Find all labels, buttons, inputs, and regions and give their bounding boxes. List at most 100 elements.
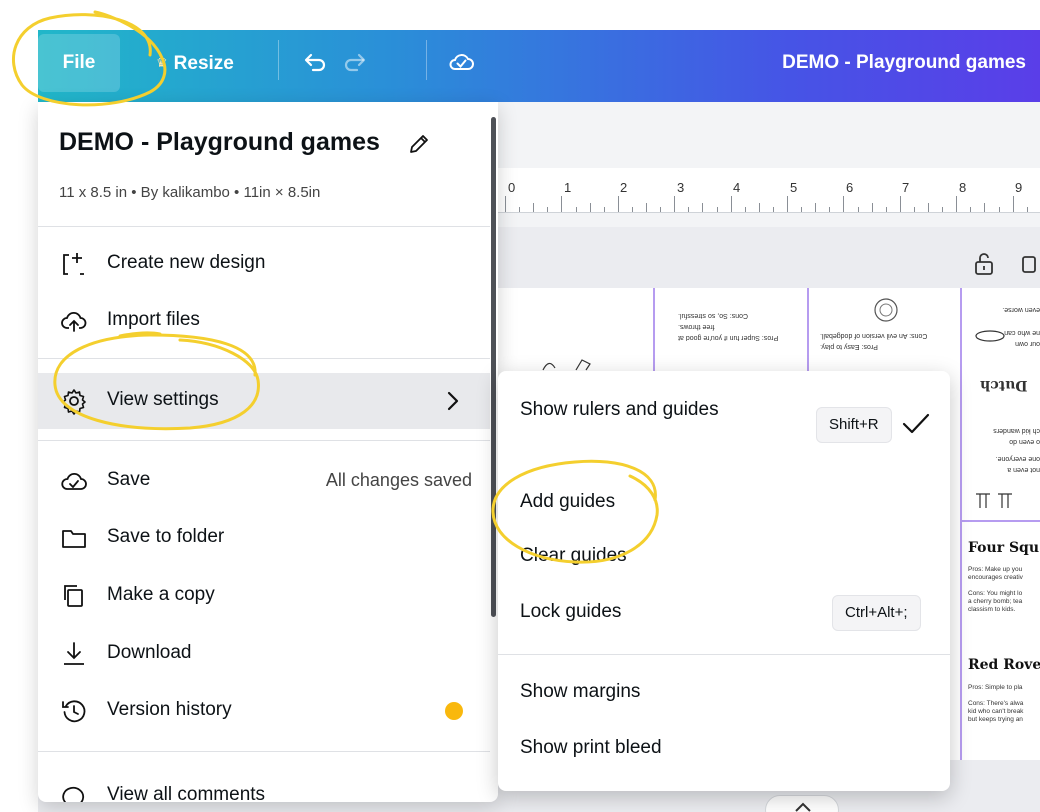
ruler-tick <box>519 207 521 212</box>
create-design-icon <box>63 253 84 275</box>
card-line: Cons: There's alwa <box>968 700 1024 707</box>
card-line: a cherry bomb; tea <box>968 598 1023 605</box>
undo-icon[interactable] <box>300 48 328 76</box>
page-controls-bar <box>497 228 1040 288</box>
ruler-tick <box>589 203 591 212</box>
resize-button[interactable]: ♛ Resize <box>156 34 234 92</box>
ruler-tick <box>942 207 944 212</box>
menu-design-title[interactable]: DEMO - Playground games <box>59 128 380 157</box>
ruler-number: 5 <box>790 180 798 195</box>
menu-item-label: Create new design <box>107 252 266 273</box>
card-line: Pros: Simple to pla <box>968 684 1023 691</box>
ruler-tick <box>674 196 676 212</box>
checkmark-icon <box>902 413 930 434</box>
menu-divider <box>38 358 490 359</box>
ruler-number: 4 <box>733 180 741 195</box>
menu-item-label: Make a copy <box>107 584 215 605</box>
guide-line <box>962 520 1040 522</box>
card-text-left: Pros: Super fun if you're good at free t… <box>678 310 800 343</box>
cloud-saved-icon[interactable] <box>447 48 475 76</box>
pencil-icon[interactable] <box>407 132 431 156</box>
submenu-divider <box>498 654 950 655</box>
card-line: encourages creativ <box>968 574 1023 581</box>
top-toolbar: File ♛ Resize DEMO - Playground games <box>38 30 1040 102</box>
ruler-tick <box>617 196 619 212</box>
menu-item-label: Save <box>107 469 151 490</box>
card-text-mid: Pros: Easy to play. Cons: An evil versio… <box>820 330 955 352</box>
menu-item-download[interactable]: Download <box>38 626 490 682</box>
history-icon <box>62 700 86 723</box>
card-line: even worse. <box>1002 306 1040 313</box>
menu-item-label: Import files <box>107 309 200 330</box>
card-title-four-square: Four Squ <box>968 540 1040 556</box>
menu-divider <box>38 226 490 227</box>
menu-item-create-new-design[interactable]: Create new design <box>38 236 490 292</box>
submenu-item-show-margins[interactable]: Show margins <box>498 673 950 713</box>
card-text-four-square: Pros: Make up you encourages creativ Con… <box>968 566 1023 614</box>
horizontal-ruler[interactable]: 0 1 2 3 4 5 6 7 8 9 <box>497 168 1040 213</box>
menu-item-label: View all comments <box>107 784 266 802</box>
download-icon <box>64 642 84 665</box>
view-settings-submenu: Show rulers and guides Shift+R Add guide… <box>498 371 950 791</box>
guide-line <box>960 288 962 760</box>
card-line: Pros: Super fun if you're good at <box>678 334 779 341</box>
menu-item-view-all-comments[interactable]: View all comments <box>38 768 490 802</box>
ruler-tick <box>970 207 972 212</box>
ruler-number: 8 <box>959 180 967 195</box>
card-text-right-bottom: not even a one everyone. o even do ch ki… <box>968 425 1040 475</box>
menu-item-label: Download <box>107 642 192 663</box>
page-toggle-button[interactable] <box>765 795 839 812</box>
card-line: Pros: Easy to play. <box>820 343 878 350</box>
ruler-tick <box>998 207 1000 212</box>
card-line: free throws. <box>678 323 715 330</box>
upload-cloud-icon <box>61 312 87 332</box>
menu-divider <box>38 751 490 752</box>
submenu-item-add-guides[interactable]: Add guides <box>498 483 950 523</box>
ruler-number: 7 <box>902 180 910 195</box>
document-title[interactable]: DEMO - Playground games <box>782 34 1026 92</box>
folder-icon <box>62 530 86 548</box>
menu-item-version-history[interactable]: Version history <box>38 683 490 739</box>
table-doodle-icon <box>976 493 1012 508</box>
chevron-up-icon <box>795 802 811 812</box>
submenu-item-show-print-bleed[interactable]: Show print bleed <box>498 729 950 769</box>
ruler-number: 1 <box>564 180 572 195</box>
card-spacer <box>968 582 1023 590</box>
card-line: Cons: You might lo <box>968 590 1023 597</box>
ruler-tick <box>716 207 718 212</box>
menu-item-save-to-folder[interactable]: Save to folder <box>38 510 490 566</box>
duplicate-page-icon[interactable] <box>1021 252 1040 276</box>
unlock-icon[interactable] <box>973 252 995 276</box>
save-status: All changes saved <box>325 470 472 490</box>
design-dimensions: 11 x 8.5 in • By kalikambo • 11in × 8.5i… <box>59 184 321 201</box>
card-line: kid who can't break <box>968 708 1024 715</box>
submenu-item-label: Show rulers and guides <box>520 399 719 420</box>
submenu-item-lock-guides[interactable]: Lock guides Ctrl+Alt+; <box>498 593 950 633</box>
file-menu-button[interactable]: File <box>38 34 120 92</box>
menu-divider <box>38 440 490 441</box>
ruler-number: 2 <box>620 180 628 195</box>
menu-scrollbar[interactable] <box>491 117 496 617</box>
redo-icon[interactable] <box>342 48 370 76</box>
copy-icon <box>64 585 83 607</box>
menu-item-make-a-copy[interactable]: Make a copy <box>38 568 490 624</box>
submenu-item-label: Clear guides <box>520 545 627 566</box>
ruler-tick <box>702 203 704 212</box>
ruler-tick <box>631 207 633 212</box>
submenu-item-clear-guides[interactable]: Clear guides <box>498 537 950 577</box>
ruler-tick <box>1026 207 1028 212</box>
ruler-tick <box>603 207 605 212</box>
ruler-tick <box>787 196 788 212</box>
ruler-tick <box>547 207 549 212</box>
ruler-number: 9 <box>1015 180 1023 195</box>
ruler-tick <box>801 207 803 212</box>
menu-item-save[interactable]: Save All changes saved <box>38 453 490 509</box>
ruler-tick <box>885 207 887 212</box>
menu-item-view-settings[interactable]: View settings <box>38 373 490 429</box>
crown-icon: ♛ <box>156 55 168 70</box>
submenu-item-show-rulers-and-guides[interactable]: Show rulers and guides Shift+R <box>498 391 950 467</box>
card-title-dutch: Dutch <box>980 377 1028 393</box>
shortcut-badge: Shift+R <box>816 407 892 443</box>
ruler-tick <box>984 203 986 212</box>
menu-item-import-files[interactable]: Import files <box>38 293 490 349</box>
